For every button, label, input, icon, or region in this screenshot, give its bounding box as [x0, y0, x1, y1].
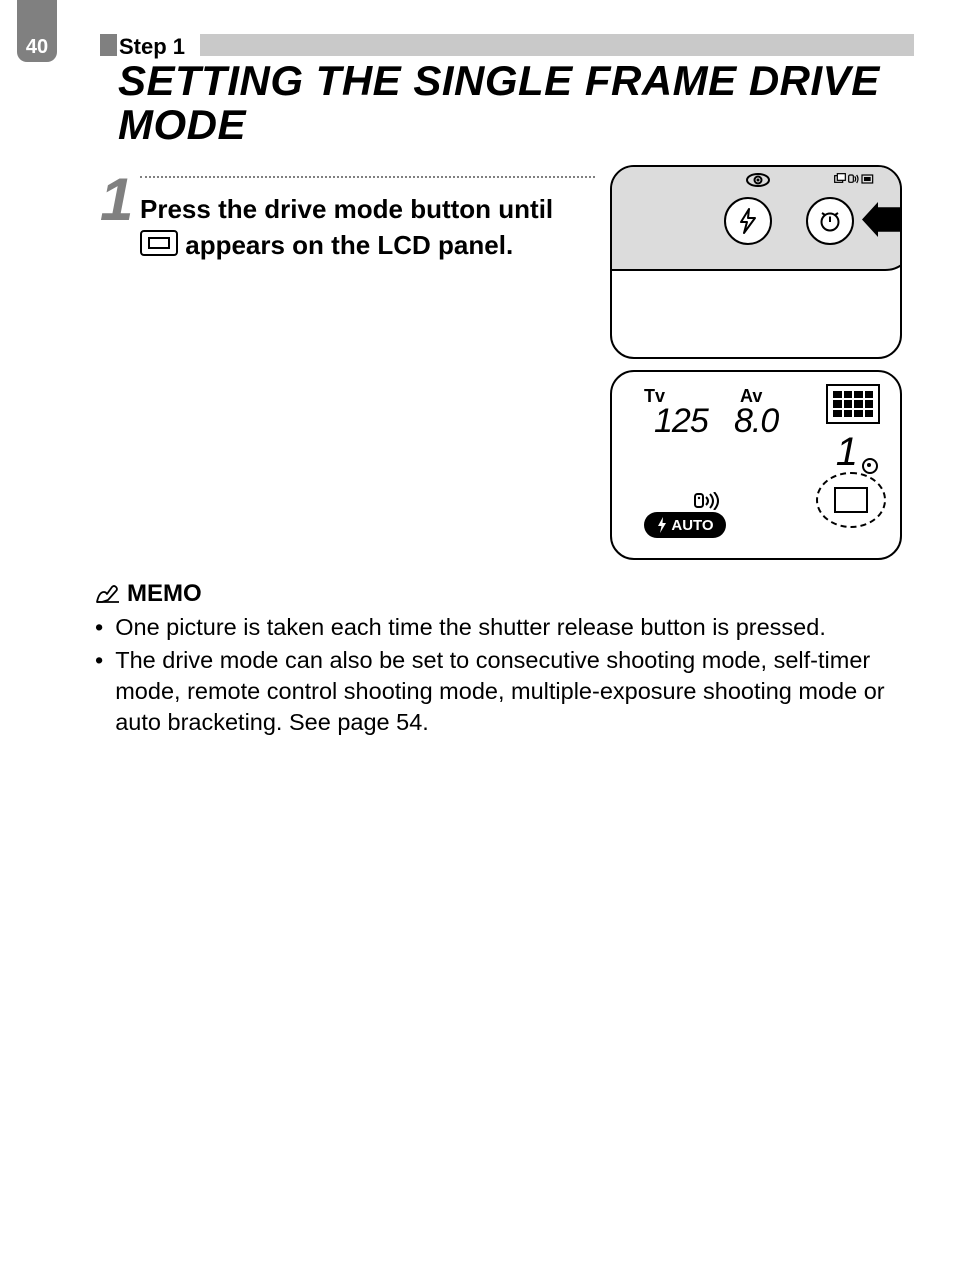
- header-accent-bar: [100, 34, 117, 56]
- memo-text: One picture is taken each time the shutt…: [115, 612, 826, 643]
- flash-bolt-icon: [656, 517, 668, 533]
- memo-label: MEMO: [127, 580, 202, 608]
- step-instruction-after: appears on the LCD panel.: [185, 230, 513, 260]
- lcd-focus-dot-icon: [862, 458, 878, 474]
- memo-text: The drive mode can also be set to consec…: [115, 645, 914, 738]
- lcd-panel-illustration: Tv Av 125 8.0 1 AUTO: [610, 370, 902, 560]
- manual-page: 40 Step 1 SETTING THE SINGLE FRAME DRIVE…: [0, 0, 954, 1261]
- camera-top-illustration: [610, 165, 902, 359]
- single-frame-icon: [140, 230, 178, 256]
- header-rule: [200, 34, 914, 56]
- memo-item: • The drive mode can also be set to cons…: [95, 645, 914, 738]
- hand-writing-icon: [95, 584, 121, 604]
- page-number-tab: 40: [17, 32, 57, 62]
- lcd-af-area-icon: [826, 384, 880, 424]
- step-instruction: Press the drive mode button until appear…: [140, 192, 590, 264]
- memo-heading: MEMO: [95, 580, 202, 608]
- flash-button: [724, 197, 772, 245]
- lcd-flash-auto-badge: AUTO: [644, 512, 726, 538]
- lcd-remote-icon: [694, 492, 724, 510]
- self-timer-icon: [818, 209, 842, 233]
- bullet-icon: •: [95, 645, 103, 738]
- lcd-frame-count: 1: [836, 430, 858, 475]
- memo-item: • One picture is taken each time the shu…: [95, 612, 914, 643]
- lcd-av-value: 8.0: [734, 402, 778, 441]
- redeye-icon: [746, 173, 770, 187]
- lcd-flash-auto-label: AUTO: [671, 517, 713, 534]
- step-number: 1: [100, 165, 133, 234]
- bullet-icon: •: [95, 612, 103, 643]
- step-instruction-before: Press the drive mode button until: [140, 194, 553, 224]
- lcd-single-frame-icon: [834, 487, 868, 513]
- page-tab-stem: [17, 0, 57, 32]
- flash-icon: [737, 208, 759, 234]
- drive-mode-button: [806, 197, 854, 245]
- lcd-tv-value: 125: [654, 402, 708, 441]
- page-title: SETTING THE SINGLE FRAME DRIVE MODE: [118, 59, 924, 147]
- dotted-leader: [140, 176, 595, 178]
- memo-list: • One picture is taken each time the shu…: [95, 612, 914, 740]
- drive-mode-icons: [834, 171, 874, 187]
